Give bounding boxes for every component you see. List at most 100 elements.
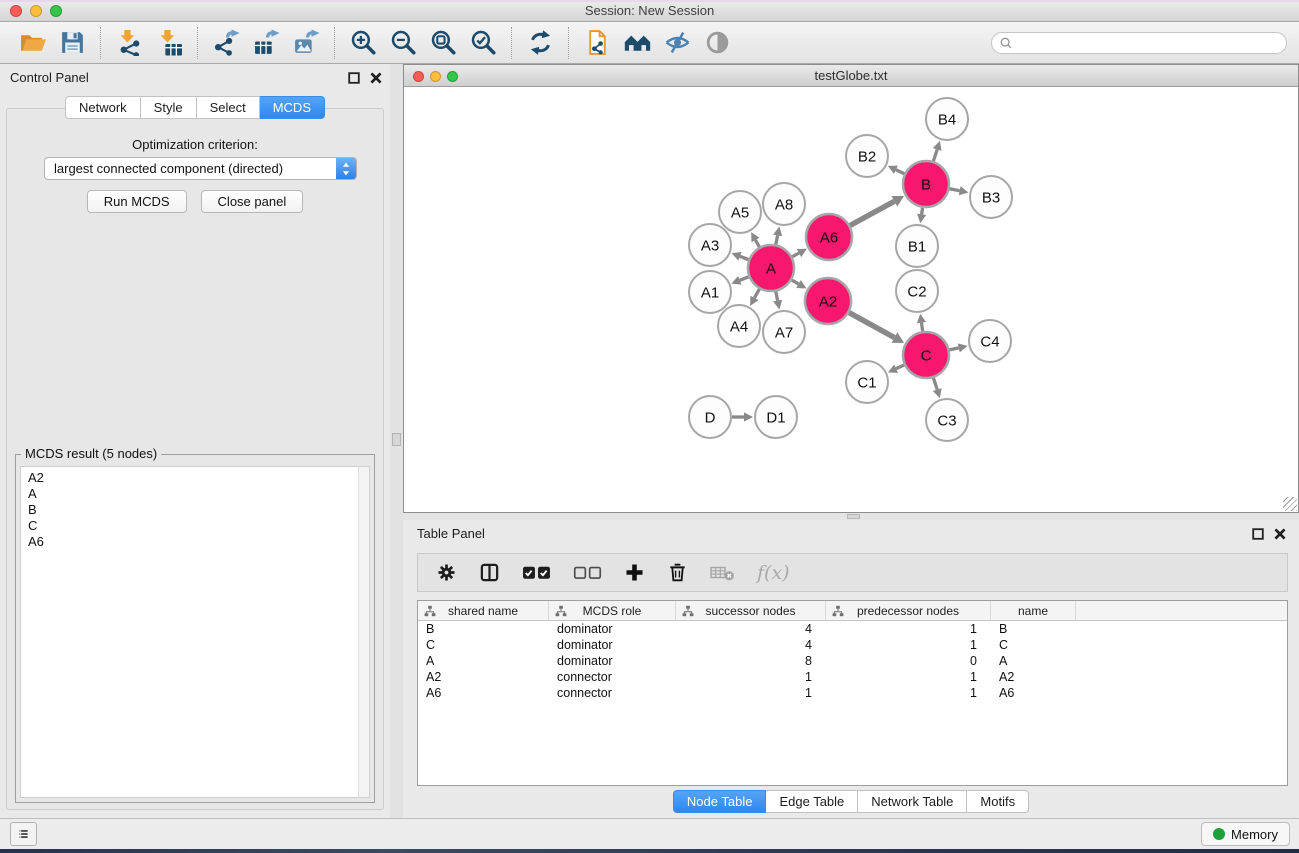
table-cell[interactable]: 1 — [826, 669, 991, 685]
save-session-button[interactable] — [52, 26, 92, 60]
node-B3[interactable]: B3 — [970, 176, 1012, 218]
column-header-predecessor-nodes[interactable]: predecessor nodes — [826, 601, 991, 620]
delete-column-button[interactable] — [661, 558, 694, 588]
search-input[interactable] — [1017, 35, 1279, 51]
close-window-icon[interactable] — [10, 5, 22, 17]
tab-network[interactable]: Network — [65, 96, 141, 119]
tab-motifs[interactable]: Motifs — [967, 790, 1029, 813]
table-cell[interactable]: A2 — [991, 669, 1076, 685]
edge-A-A8[interactable] — [773, 227, 782, 245]
mcds-result-item[interactable]: B — [28, 502, 362, 518]
edge-C-C2[interactable] — [917, 314, 926, 331]
node-B4[interactable]: B4 — [926, 98, 968, 140]
tab-select[interactable]: Select — [197, 96, 260, 119]
table-cell[interactable]: connector — [549, 669, 676, 685]
node-B[interactable]: B — [903, 161, 949, 207]
home-button[interactable] — [617, 26, 657, 60]
edge-A-A3[interactable] — [732, 252, 749, 261]
table-row[interactable]: A6connector11A6 — [418, 685, 1287, 701]
edge-A-A1[interactable] — [731, 276, 748, 285]
table-cell[interactable]: A2 — [418, 669, 549, 685]
node-A6[interactable]: A6 — [806, 214, 852, 260]
table-cell[interactable]: A — [991, 653, 1076, 669]
tab-edge-table[interactable]: Edge Table — [766, 790, 858, 813]
edge-C-C4[interactable] — [949, 343, 967, 352]
tab-mcds[interactable]: MCDS — [260, 96, 325, 119]
column-header-name[interactable]: name — [991, 601, 1076, 620]
edge-A-A6[interactable] — [792, 249, 807, 257]
node-C1[interactable]: C1 — [846, 361, 888, 403]
edge-B-B4[interactable] — [933, 141, 942, 161]
open-file-button[interactable] — [12, 26, 52, 60]
mcds-result-item[interactable]: A2 — [28, 470, 362, 486]
close-table-panel-button[interactable] — [1274, 528, 1286, 540]
node-A4[interactable]: A4 — [718, 305, 760, 347]
clone-network-button[interactable] — [577, 26, 617, 60]
edge-A2-C[interactable] — [849, 313, 904, 343]
mcds-result-item[interactable]: A6 — [28, 534, 362, 550]
node-B1[interactable]: B1 — [896, 225, 938, 267]
table-cell[interactable]: C — [418, 637, 549, 653]
table-cell[interactable]: 0 — [826, 653, 991, 669]
edge-A-A7[interactable] — [773, 292, 782, 310]
edge-A-A5[interactable] — [751, 232, 759, 247]
edge-A6-B[interactable] — [850, 196, 904, 226]
add-column-button[interactable] — [618, 558, 651, 588]
result-scrollbar[interactable] — [358, 467, 369, 797]
table-cell[interactable]: dominator — [549, 621, 676, 637]
edge-B-B3[interactable] — [950, 186, 969, 195]
table-cell[interactable]: B — [418, 621, 549, 637]
table-cell[interactable]: 4 — [676, 621, 826, 637]
table-cell[interactable]: 1 — [826, 637, 991, 653]
show-graphics-button[interactable] — [697, 26, 737, 60]
mcds-result-list[interactable]: A2ABCA6 — [20, 466, 370, 798]
edge-A-A4[interactable] — [750, 289, 759, 306]
edge-A-A2[interactable] — [792, 280, 807, 288]
table-cell[interactable]: 8 — [676, 653, 826, 669]
zoom-out-button[interactable] — [383, 26, 423, 60]
table-cell[interactable]: 1 — [676, 669, 826, 685]
refresh-button[interactable] — [520, 26, 560, 60]
edge-D-D1[interactable] — [732, 412, 753, 421]
column-header-shared-name[interactable]: shared name — [418, 601, 549, 620]
minimize-window-icon[interactable] — [30, 5, 42, 17]
table-cell[interactable]: A — [418, 653, 549, 669]
close-network-icon[interactable] — [413, 71, 424, 82]
table-cell[interactable]: dominator — [549, 637, 676, 653]
maximize-network-icon[interactable] — [447, 71, 458, 82]
table-cell[interactable]: 1 — [826, 621, 991, 637]
vertical-split-divider[interactable] — [390, 64, 403, 818]
node-A5[interactable]: A5 — [719, 191, 761, 233]
node-A1[interactable]: A1 — [689, 271, 731, 313]
divider-grip[interactable] — [392, 433, 401, 446]
split-view-button[interactable] — [473, 558, 506, 588]
node-A7[interactable]: A7 — [763, 311, 805, 353]
float-table-panel-button[interactable] — [1252, 528, 1264, 540]
column-header-successor-nodes[interactable]: successor nodes — [676, 601, 826, 620]
settings-button[interactable] — [430, 558, 463, 588]
edge-C-C1[interactable] — [888, 365, 904, 373]
memory-button[interactable]: Memory — [1201, 822, 1290, 846]
zoom-in-button[interactable] — [343, 26, 383, 60]
node-C[interactable]: C — [903, 332, 949, 378]
network-canvas[interactable]: B4B2BB3A8A5A6A3B1AA1C2A2A4A7C4CC1C3DD1 — [404, 88, 1298, 512]
node-A3[interactable]: A3 — [689, 224, 731, 266]
table-cell[interactable]: 4 — [676, 637, 826, 653]
hide-graphics-button[interactable] — [657, 26, 697, 60]
node-A[interactable]: A — [748, 245, 794, 291]
tab-style[interactable]: Style — [141, 96, 197, 119]
table-cell[interactable]: A6 — [991, 685, 1076, 701]
table-cell[interactable]: C — [991, 637, 1076, 653]
task-history-button[interactable] — [10, 822, 37, 846]
table-cell[interactable]: dominator — [549, 653, 676, 669]
import-network-button[interactable] — [109, 26, 149, 60]
close-mcds-panel-button[interactable]: Close panel — [201, 190, 304, 213]
run-mcds-button[interactable]: Run MCDS — [87, 190, 187, 213]
column-header-mcds-role[interactable]: MCDS role — [549, 601, 676, 620]
float-panel-button[interactable] — [348, 72, 360, 84]
network-graph[interactable]: B4B2BB3A8A5A6A3B1AA1C2A2A4A7C4CC1C3DD1 — [404, 88, 1296, 512]
import-table-button[interactable] — [149, 26, 189, 60]
node-B2[interactable]: B2 — [846, 135, 888, 177]
maximize-window-icon[interactable] — [50, 5, 62, 17]
edge-C-C3[interactable] — [933, 378, 942, 398]
